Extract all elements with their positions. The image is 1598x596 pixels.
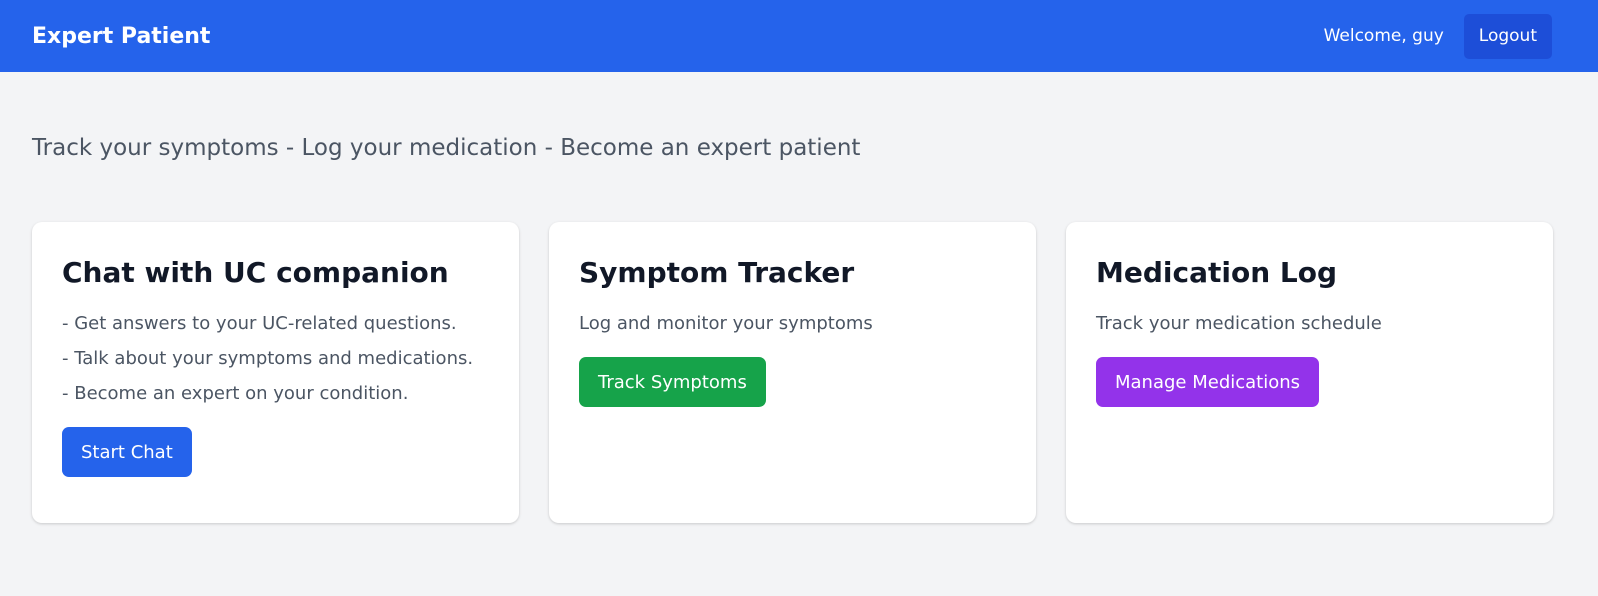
card-grid: Chat with UC companion - Get answers to …	[32, 222, 1566, 523]
card-description-line: Track your medication schedule	[1096, 313, 1382, 334]
card-description-line: - Become an expert on your condition.	[62, 383, 409, 404]
tagline: Track your symptoms - Log your medicatio…	[32, 135, 861, 161]
card-description: Log and monitor your symptoms	[579, 306, 1006, 341]
start-chat-button[interactable]: Start Chat	[62, 427, 192, 477]
manage-medications-button[interactable]: Manage Medications	[1096, 357, 1320, 407]
nav-right: Welcome, guy Logout	[1323, 13, 1552, 59]
card-description-line: Log and monitor your symptoms	[579, 313, 873, 334]
card-description: - Get answers to your UC-related questio…	[62, 306, 489, 411]
track-symptoms-button[interactable]: Track Symptoms	[579, 357, 766, 407]
card-title: Symptom Tracker	[579, 256, 855, 289]
logout-button[interactable]: Logout	[1463, 13, 1552, 59]
card-title: Medication Log	[1096, 256, 1338, 289]
card-symptom-tracker: Symptom Tracker Log and monitor your sym…	[549, 222, 1036, 523]
card-medication-log: Medication Log Track your medication sch…	[1066, 222, 1553, 523]
card-description-line: - Get answers to your UC-related questio…	[62, 313, 457, 334]
main-content: Track your symptoms - Log your medicatio…	[0, 134, 1598, 523]
welcome-text: Welcome, guy	[1323, 26, 1444, 46]
card-title: Chat with UC companion	[62, 256, 449, 289]
card-description: Track your medication schedule	[1096, 306, 1523, 341]
brand-title[interactable]: Expert Patient	[32, 24, 210, 49]
card-description-line: - Talk about your symptoms and medicatio…	[62, 348, 474, 369]
card-chat: Chat with UC companion - Get answers to …	[32, 222, 519, 523]
navbar: Expert Patient Welcome, guy Logout	[0, 0, 1598, 72]
